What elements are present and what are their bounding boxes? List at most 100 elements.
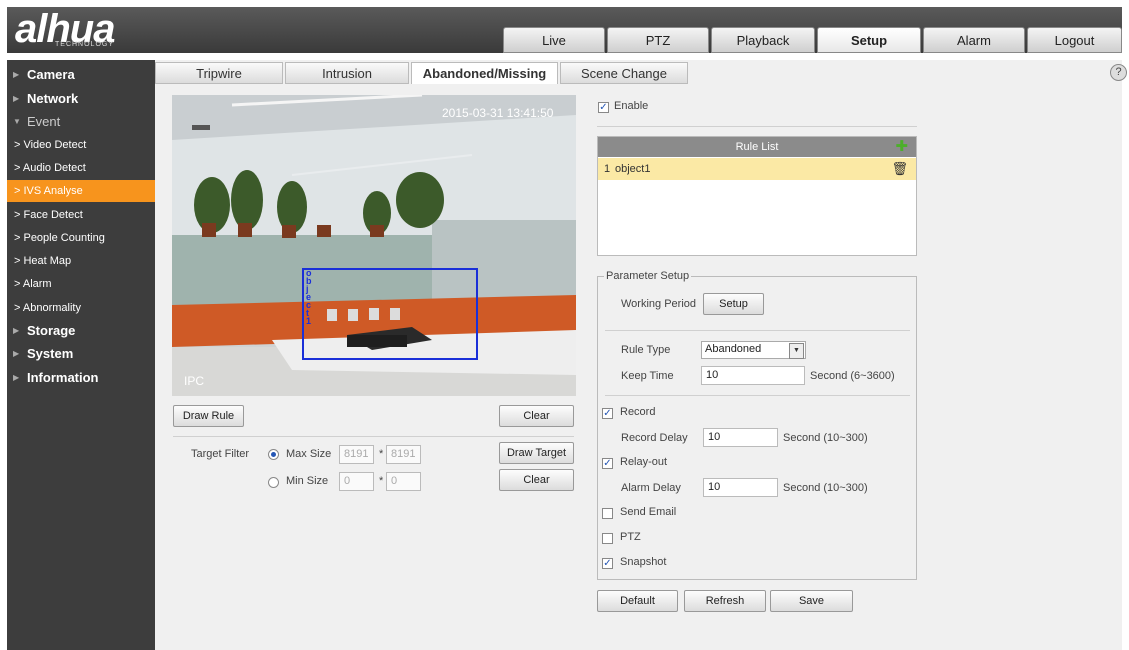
collapsed-triangle-icon: ▶ bbox=[13, 326, 20, 335]
sidebar-item-network[interactable]: ▶ Network bbox=[7, 88, 155, 110]
sidebar-item-label: System bbox=[27, 346, 74, 361]
min-height-input[interactable]: 0 bbox=[386, 472, 421, 491]
sidebar-item-label: > Face Detect bbox=[14, 209, 83, 221]
sidebar-item-audio-detect[interactable]: > Audio Detect bbox=[7, 157, 155, 179]
sidebar-item-ivs-analyse[interactable]: > IVS Analyse bbox=[7, 180, 155, 202]
max-width-input[interactable]: 8191 bbox=[339, 445, 374, 464]
ptz-label: PTZ bbox=[620, 531, 641, 543]
keep-time-input[interactable]: 10 bbox=[701, 366, 805, 385]
alarm-delay-input[interactable]: 10 bbox=[703, 478, 778, 497]
sidebar-item-camera[interactable]: ▶ Camera bbox=[7, 64, 155, 86]
rule-type-label: Rule Type bbox=[621, 344, 671, 356]
draw-target-button[interactable]: Draw Target bbox=[499, 442, 574, 464]
rule-list-header: Rule List ✚ bbox=[598, 137, 916, 157]
alarm-delay-range: Second (10~300) bbox=[783, 482, 868, 494]
sidebar-item-storage[interactable]: ▶ Storage bbox=[7, 320, 155, 342]
sidebar-item-label: > Abnormality bbox=[14, 302, 81, 314]
camera-scene bbox=[172, 95, 576, 396]
tab-intrusion[interactable]: Intrusion bbox=[285, 62, 409, 84]
alarm-delay-label: Alarm Delay bbox=[621, 482, 681, 494]
record-label: Record bbox=[620, 406, 656, 418]
sidebar-item-label: > People Counting bbox=[14, 232, 105, 244]
sidebar-item-video-detect[interactable]: > Video Detect bbox=[7, 134, 155, 156]
tab-tripwire[interactable]: Tripwire bbox=[155, 62, 283, 84]
collapsed-triangle-icon: ▶ bbox=[13, 94, 20, 103]
chevron-down-icon: ▼ bbox=[789, 343, 804, 359]
sidebar-item-face-detect[interactable]: > Face Detect bbox=[7, 204, 155, 226]
sidebar-item-information[interactable]: ▶ Information bbox=[7, 367, 155, 389]
record-delay-range: Second (10~300) bbox=[783, 432, 868, 444]
sidebar-item-label: Network bbox=[27, 91, 79, 106]
send-email-checkbox[interactable] bbox=[602, 508, 613, 519]
nav-tab-alarm[interactable]: Alarm bbox=[923, 27, 1025, 53]
enable-label: Enable bbox=[614, 100, 649, 112]
relay-out-label: Relay-out bbox=[620, 456, 668, 468]
sidebar-item-label: Information bbox=[27, 370, 99, 385]
sidebar-item-label: > Alarm bbox=[14, 278, 52, 290]
logo-subtitle: TECHNOLOGY bbox=[55, 41, 115, 48]
enable-checkbox[interactable]: ✓ bbox=[598, 102, 609, 113]
min-size-radio[interactable] bbox=[268, 477, 279, 488]
default-button[interactable]: Default bbox=[597, 590, 678, 612]
send-email-label: Send Email bbox=[620, 506, 677, 518]
max-height-input[interactable]: 8191 bbox=[386, 445, 421, 464]
ptz-checkbox[interactable] bbox=[602, 533, 613, 544]
video-channel-label: IPC bbox=[184, 374, 205, 388]
times-symbol: * bbox=[379, 448, 384, 460]
sidebar-item-system[interactable]: ▶ System bbox=[7, 343, 155, 365]
draw-rule-button[interactable]: Draw Rule bbox=[173, 405, 244, 427]
relay-out-checkbox[interactable]: ✓ bbox=[602, 458, 613, 469]
rule-type-select[interactable]: Abandoned ▼ bbox=[701, 341, 806, 359]
sidebar-item-label: > Heat Map bbox=[14, 255, 72, 267]
rule-name: object1 bbox=[615, 163, 651, 175]
video-preview[interactable]: 2015-03-31 13:41:50 IPC object1 bbox=[172, 95, 576, 396]
rule-row[interactable]: 1 object1 🗑 bbox=[598, 158, 916, 180]
nav-tab-logout[interactable]: Logout bbox=[1027, 27, 1122, 53]
record-checkbox[interactable]: ✓ bbox=[602, 408, 613, 419]
divider bbox=[597, 126, 917, 127]
snapshot-checkbox[interactable]: ✓ bbox=[602, 558, 613, 569]
collapsed-triangle-icon: ▶ bbox=[13, 349, 20, 358]
save-button[interactable]: Save bbox=[770, 590, 853, 612]
help-icon[interactable]: ? bbox=[1110, 64, 1127, 81]
clear-rule-button[interactable]: Clear bbox=[499, 405, 574, 427]
rule-list-title: Rule List bbox=[735, 141, 779, 153]
sidebar-item-abnormality[interactable]: > Abnormality bbox=[7, 297, 155, 319]
rule-index: 1 bbox=[604, 163, 611, 175]
nav-tab-ptz[interactable]: PTZ bbox=[607, 27, 709, 53]
sidebar-item-label: > Video Detect bbox=[14, 139, 87, 151]
sidebar-item-label: Camera bbox=[27, 67, 75, 82]
sidebar-item-event[interactable]: ▼ Event bbox=[7, 111, 155, 133]
nav-tab-live[interactable]: Live bbox=[503, 27, 605, 53]
snapshot-label: Snapshot bbox=[620, 556, 667, 568]
refresh-button[interactable]: Refresh bbox=[684, 590, 766, 612]
sidebar-item-label: > IVS Analyse bbox=[14, 185, 83, 197]
nav-tab-setup[interactable]: Setup bbox=[817, 27, 921, 53]
roi-rule-label: object1 bbox=[306, 268, 312, 326]
add-rule-icon[interactable]: ✚ bbox=[895, 137, 908, 157]
parameter-setup-legend: Parameter Setup bbox=[604, 270, 692, 282]
sidebar-item-heat-map[interactable]: > Heat Map bbox=[7, 250, 155, 272]
sidebar-item-alarm[interactable]: > Alarm bbox=[7, 273, 155, 295]
working-period-setup-button[interactable]: Setup bbox=[703, 293, 764, 315]
divider bbox=[605, 330, 910, 331]
record-delay-input[interactable]: 10 bbox=[703, 428, 778, 447]
sidebar-item-label: Event bbox=[27, 114, 61, 129]
min-width-input[interactable]: 0 bbox=[339, 472, 374, 491]
tab-scene-change[interactable]: Scene Change bbox=[560, 62, 688, 84]
min-size-label: Min Size bbox=[286, 475, 329, 487]
max-size-radio[interactable] bbox=[268, 449, 279, 460]
tab-abandoned-missing[interactable]: Abandoned/Missing bbox=[411, 62, 558, 84]
clear-target-button[interactable]: Clear bbox=[499, 469, 574, 491]
max-size-label: Max Size bbox=[286, 448, 332, 460]
record-delay-label: Record Delay bbox=[621, 432, 688, 444]
collapsed-triangle-icon: ▶ bbox=[13, 70, 20, 79]
expanded-triangle-icon: ▼ bbox=[13, 117, 21, 126]
trash-icon[interactable]: 🗑 bbox=[891, 158, 908, 180]
times-symbol: * bbox=[379, 475, 384, 487]
target-filter-label: Target Filter bbox=[191, 448, 250, 460]
nav-tab-playback[interactable]: Playback bbox=[711, 27, 815, 53]
sidebar-item-people-counting[interactable]: > People Counting bbox=[7, 227, 155, 249]
collapsed-triangle-icon: ▶ bbox=[13, 373, 20, 382]
rule-list: Rule List ✚ 1 object1 🗑 bbox=[597, 136, 917, 256]
